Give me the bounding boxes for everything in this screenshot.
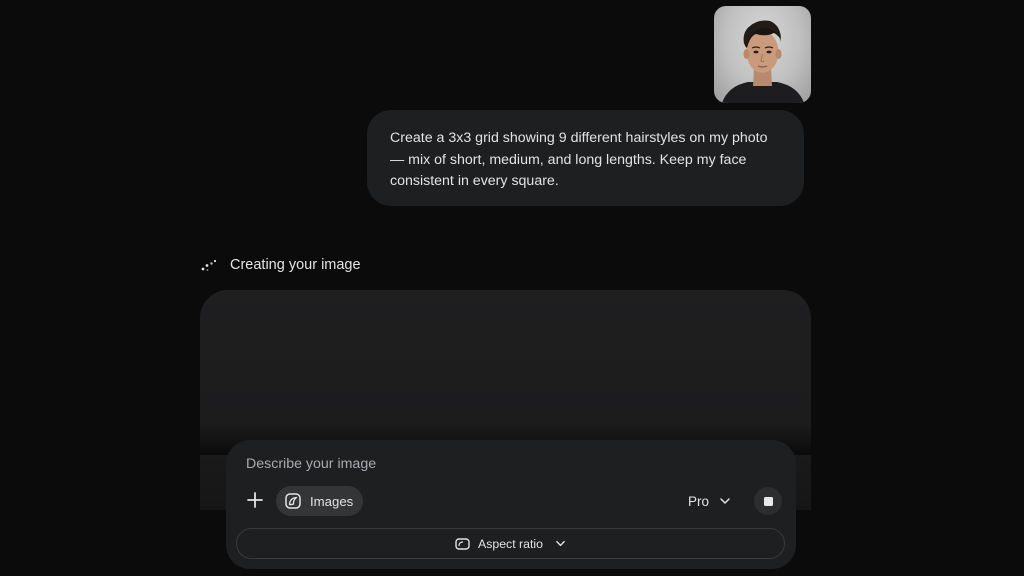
loading-sparkle-icon [201, 259, 217, 271]
uploaded-photo[interactable] [714, 6, 811, 103]
plus-icon [247, 492, 263, 508]
status-text: Creating your image [230, 257, 361, 273]
stop-generation-button[interactable] [754, 487, 782, 515]
prompt-input[interactable] [246, 454, 666, 474]
aspect-ratio-label: Aspect ratio [478, 536, 543, 551]
model-label: Pro [688, 493, 710, 509]
image-banana-icon [285, 493, 301, 509]
aspect-chevron-down-icon [556, 540, 565, 547]
generation-status: Creating your image [200, 254, 361, 276]
images-tool-chip[interactable]: Images [276, 486, 363, 516]
model-selector[interactable]: Pro [688, 488, 731, 514]
chevron-down-icon [720, 498, 730, 504]
prompt-composer: Images Pro Aspect ratio [226, 440, 796, 569]
images-chip-label: Images [310, 493, 354, 509]
stop-icon [763, 496, 773, 506]
aspect-ratio-button[interactable]: Aspect ratio [236, 528, 785, 559]
user-message-bubble: Create a 3x3 grid showing 9 different ha… [367, 110, 804, 206]
add-attachment-button[interactable] [242, 487, 268, 513]
aspect-ratio-icon [455, 537, 470, 550]
portrait-image [722, 20, 804, 103]
chat-screen: Create a 3x3 grid showing 9 different ha… [0, 0, 1024, 576]
